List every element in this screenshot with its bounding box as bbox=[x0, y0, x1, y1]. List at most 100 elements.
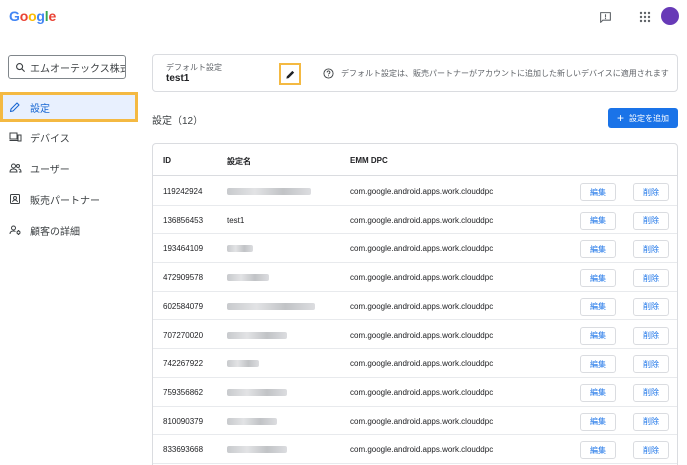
redacted-name bbox=[227, 388, 287, 396]
edit-row-button[interactable]: 編集 bbox=[580, 211, 616, 230]
row-dpc: com.google.android.apps.work.clouddpc bbox=[350, 301, 494, 311]
redacted-name bbox=[227, 331, 287, 339]
apps-grid-icon[interactable] bbox=[636, 8, 654, 26]
delete-row-button[interactable]: 削除 bbox=[633, 240, 669, 259]
sidebar-item-settings[interactable]: 設定 bbox=[0, 92, 138, 122]
search-icon bbox=[16, 62, 26, 72]
row-dpc: com.google.android.apps.work.clouddpc bbox=[350, 416, 494, 426]
settings-count-title: 設定（12） bbox=[152, 116, 204, 127]
table-row: 810090379 com.google.android.apps.work.cl… bbox=[153, 407, 677, 436]
table-row: 136856453 test1 com.google.android.apps.wo… bbox=[153, 206, 677, 235]
column-header-name: 設定名 bbox=[227, 157, 251, 166]
devices-icon bbox=[8, 130, 22, 144]
feedback-icon[interactable] bbox=[596, 8, 614, 26]
sidebar-item-devices[interactable]: デバイス bbox=[0, 122, 138, 152]
sidebar-item-label: ユーザー bbox=[30, 164, 70, 176]
redacted-name bbox=[227, 446, 287, 454]
redacted-name bbox=[227, 274, 269, 282]
row-id: 136856453 bbox=[163, 215, 204, 225]
redacted-name bbox=[227, 245, 253, 253]
delete-row-button[interactable]: 削除 bbox=[633, 412, 669, 431]
table-row: 472909578 com.google.android.apps.work.cl… bbox=[153, 263, 677, 292]
row-dpc: com.google.android.apps.work.clouddpc bbox=[350, 445, 494, 455]
row-dpc: com.google.android.apps.work.clouddpc bbox=[350, 273, 494, 283]
row-dpc: com.google.android.apps.work.clouddpc bbox=[350, 244, 494, 254]
edit-row-button[interactable]: 編集 bbox=[580, 269, 616, 288]
sidebar-item-label: 販売パートナー bbox=[30, 195, 100, 207]
table-row: 742267922 com.google.android.apps.work.cl… bbox=[153, 349, 677, 378]
row-dpc: com.google.android.apps.work.clouddpc bbox=[350, 187, 494, 196]
row-id: 472909578 bbox=[163, 273, 204, 283]
row-dpc: com.google.android.apps.work.clouddpc bbox=[350, 359, 494, 369]
edit-row-button[interactable]: 編集 bbox=[580, 441, 616, 460]
account-avatar[interactable] bbox=[661, 7, 679, 25]
row-id: 602584079 bbox=[163, 301, 204, 311]
add-setting-button[interactable]: + 設定を追加 bbox=[608, 108, 678, 128]
sidebar-item-label: 顧客の詳細 bbox=[30, 226, 80, 238]
row-id: 119242924 bbox=[163, 187, 203, 196]
edit-row-button[interactable]: 編集 bbox=[580, 326, 616, 345]
edit-row-button[interactable]: 編集 bbox=[580, 297, 616, 316]
add-setting-label: 設定を追加 bbox=[629, 113, 669, 123]
row-id: 759356862 bbox=[163, 387, 204, 397]
partner-icon bbox=[8, 192, 22, 206]
edit-default-setting-button[interactable] bbox=[279, 63, 301, 85]
sidebar-item-customer-details[interactable]: 顧客の詳細 bbox=[0, 215, 138, 245]
google-logo[interactable]: Google bbox=[9, 8, 56, 24]
pencil-icon bbox=[8, 100, 22, 114]
table-row: 833693668 com.google.android.apps.work.cl… bbox=[153, 435, 677, 464]
row-dpc: com.google.android.apps.work.clouddpc bbox=[350, 330, 494, 340]
delete-row-button[interactable]: 削除 bbox=[633, 326, 669, 345]
row-id: 810090379 bbox=[163, 416, 204, 426]
people-icon bbox=[8, 161, 22, 175]
sidebar-item-partner[interactable]: 販売パートナー bbox=[0, 184, 138, 214]
delete-row-button[interactable]: 削除 bbox=[633, 183, 669, 201]
page: Google エムオーテックス株式 設定 デバイス ユーザー 販売パートナー 顧… bbox=[0, 0, 687, 465]
redacted-name bbox=[227, 302, 315, 310]
table-row: 602584079 com.google.android.apps.work.cl… bbox=[153, 292, 677, 321]
sidebar-item-label: 設定 bbox=[30, 103, 50, 115]
help-icon bbox=[323, 68, 334, 79]
redacted-name bbox=[227, 360, 259, 368]
edit-row-button[interactable]: 編集 bbox=[580, 355, 616, 374]
table-row: 707270020 com.google.android.apps.work.cl… bbox=[153, 321, 677, 350]
row-id: 742267922 bbox=[163, 359, 204, 369]
row-id: 707270020 bbox=[163, 330, 204, 340]
column-header-dpc: EMM DPC bbox=[350, 156, 388, 165]
default-setting-value: test1 bbox=[166, 73, 190, 84]
table-row: 759356862 com.google.android.apps.work.cl… bbox=[153, 378, 677, 407]
row-dpc: com.google.android.apps.work.clouddpc bbox=[350, 215, 494, 225]
row-id: 193464109 bbox=[163, 244, 204, 254]
settings-table: ID 設定名 EMM DPC 119242924 com.google.andro… bbox=[152, 143, 678, 465]
default-setting-info: デフォルト設定は、販売パートナーがアカウントに追加した新しいデバイスに適用されま… bbox=[323, 68, 669, 79]
default-setting-label: デフォルト設定 bbox=[166, 63, 222, 72]
sidebar-item-users[interactable]: ユーザー bbox=[0, 153, 138, 183]
row-name: test1 bbox=[227, 215, 245, 225]
delete-row-button[interactable]: 削除 bbox=[633, 297, 669, 316]
edit-row-button[interactable]: 編集 bbox=[580, 383, 616, 402]
delete-row-button[interactable]: 削除 bbox=[633, 211, 669, 230]
edit-row-button[interactable]: 編集 bbox=[580, 240, 616, 259]
pencil-icon bbox=[285, 70, 294, 79]
row-dpc: com.google.android.apps.work.clouddpc bbox=[350, 387, 494, 397]
table-row: 119242924 com.google.android.apps.work.cl… bbox=[153, 177, 677, 206]
plus-icon: + bbox=[616, 111, 624, 125]
delete-row-button[interactable]: 削除 bbox=[633, 269, 669, 288]
delete-row-button[interactable]: 削除 bbox=[633, 383, 669, 402]
sidebar-item-label: デバイス bbox=[30, 133, 70, 145]
delete-row-button[interactable]: 削除 bbox=[633, 441, 669, 460]
edit-row-button[interactable]: 編集 bbox=[580, 412, 616, 431]
edit-row-button[interactable]: 編集 bbox=[580, 183, 616, 201]
table-header: ID 設定名 EMM DPC bbox=[153, 144, 677, 176]
info-text: デフォルト設定は、販売パートナーがアカウントに追加した新しいデバイスに適用されま… bbox=[341, 69, 669, 78]
column-header-id: ID bbox=[163, 156, 171, 165]
default-setting-card: デフォルト設定 test1 デフォルト設定は、販売パートナーがアカウントに追加し… bbox=[152, 54, 678, 92]
customer-search-field[interactable]: エムオーテックス株式 bbox=[8, 55, 126, 79]
delete-row-button[interactable]: 削除 bbox=[633, 355, 669, 374]
redacted-name bbox=[227, 188, 311, 195]
customer-details-icon bbox=[8, 223, 22, 237]
search-value: エムオーテックス株式 bbox=[30, 63, 126, 75]
table-row: 193464109 com.google.android.apps.work.cl… bbox=[153, 234, 677, 264]
redacted-name bbox=[227, 417, 277, 425]
row-id: 833693668 bbox=[163, 445, 204, 455]
